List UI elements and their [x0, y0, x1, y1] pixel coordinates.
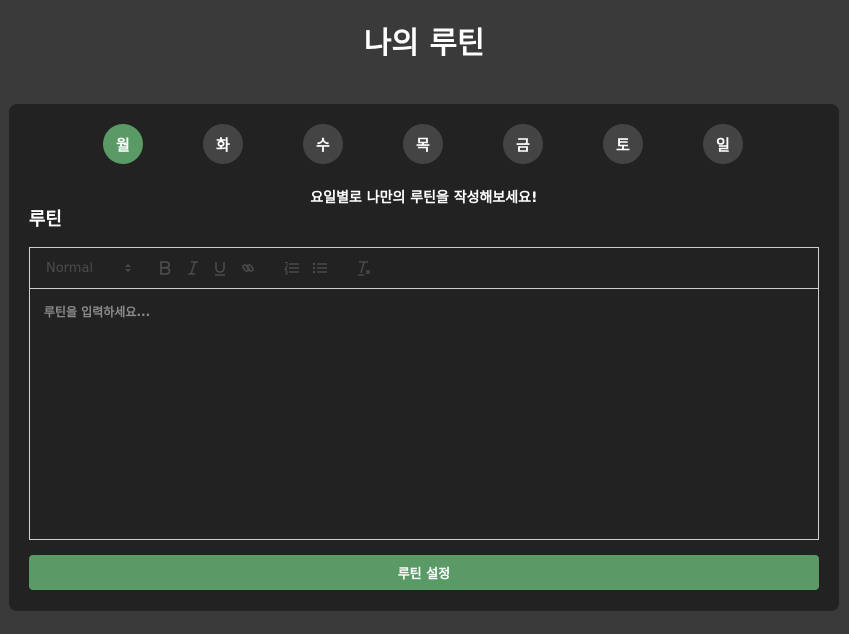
set-routine-button[interactable]: 루틴 설정 — [29, 555, 819, 590]
day-tab-tuesday[interactable]: 화 — [203, 124, 243, 164]
routine-card: 월 화 수 목 금 토 일 요일별로 나만의 루틴을 작성해보세요! 루틴 No… — [9, 104, 839, 611]
day-tab-monday[interactable]: 월 — [103, 124, 143, 164]
section-label: 루틴 — [29, 209, 63, 230]
day-tab-saturday[interactable]: 토 — [603, 124, 643, 164]
day-tab-wednesday[interactable]: 수 — [303, 124, 343, 164]
underline-icon[interactable] — [211, 248, 229, 288]
bold-icon[interactable] — [156, 248, 174, 288]
page-title: 나의 루틴 — [364, 26, 485, 61]
day-tab-thursday[interactable]: 목 — [403, 124, 443, 164]
link-icon[interactable] — [239, 248, 257, 288]
rich-text-editor: Normal 루틴을 입력하세요... — [29, 247, 819, 540]
bullet-list-icon[interactable] — [311, 248, 329, 288]
editor-placeholder: 루틴을 입력하세요... — [44, 305, 151, 319]
day-tab-sunday[interactable]: 일 — [703, 124, 743, 164]
italic-icon[interactable] — [184, 248, 202, 288]
day-tab-friday[interactable]: 금 — [503, 124, 543, 164]
clear-format-icon[interactable] — [355, 248, 373, 288]
format-select[interactable]: Normal — [46, 248, 132, 288]
editor-content[interactable]: 루틴을 입력하세요... — [30, 289, 818, 334]
format-select-value: Normal — [46, 260, 94, 276]
select-arrows-icon — [124, 262, 132, 274]
helper-text: 요일별로 나만의 루틴을 작성해보세요! — [310, 190, 538, 206]
ordered-list-icon[interactable] — [283, 248, 301, 288]
editor-toolbar: Normal — [30, 248, 818, 289]
